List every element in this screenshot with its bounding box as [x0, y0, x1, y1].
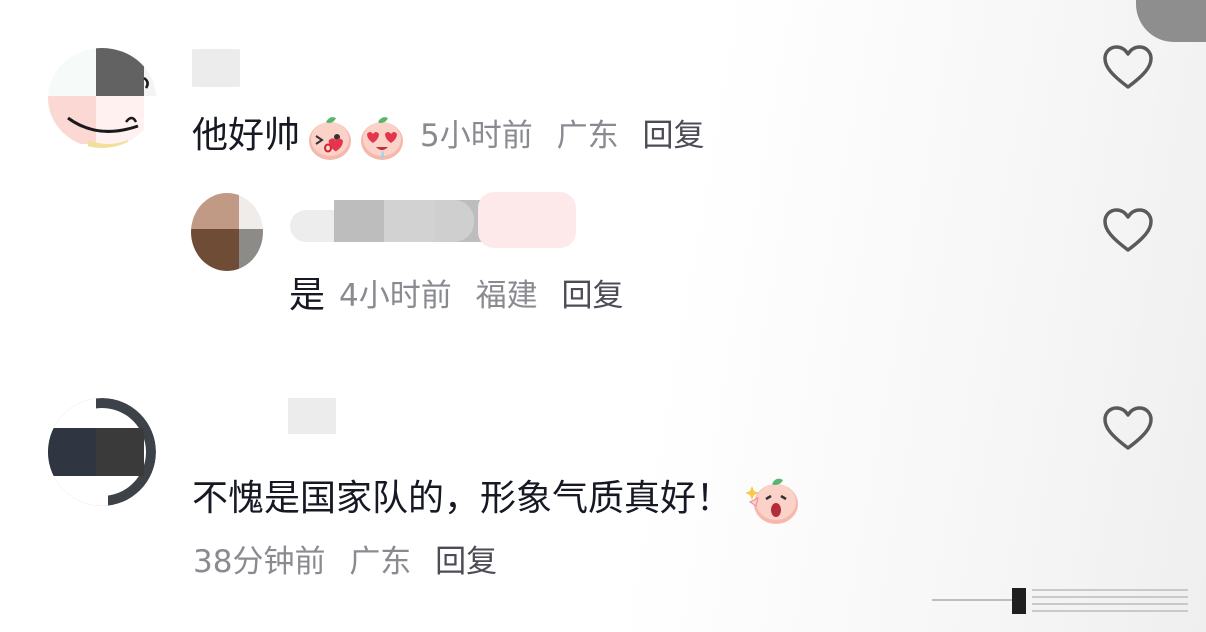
reply-body: 是 4小时前 福建 回复	[289, 276, 623, 316]
comment-text: 他好帅	[192, 115, 301, 156]
comment-body: 不愧是国家队的，形象气质真好！	[192, 472, 800, 526]
commenter-name[interactable]	[192, 49, 240, 87]
watermark-bars	[932, 588, 1188, 614]
floating-button-shape[interactable]	[1136, 0, 1206, 42]
comment-time: 38分钟前	[193, 544, 326, 580]
reply-button[interactable]: 回复	[642, 118, 704, 154]
heart-outline-icon[interactable]	[1102, 207, 1154, 255]
comment-meta: 5小时前 广东 回复	[420, 116, 704, 156]
reply-text: 是	[289, 275, 326, 316]
reply-time: 4小时前	[339, 278, 452, 314]
reply-meta: 4小时前 福建 回复	[339, 276, 623, 316]
comment-meta: 38分钟前 广东 回复	[193, 542, 497, 582]
comment-time: 5小时前	[420, 118, 533, 154]
replier-avatar[interactable]	[191, 193, 263, 271]
kiss-emoji	[304, 112, 352, 160]
replier-name[interactable]	[290, 192, 580, 248]
comment-section: 他好帅 5小时前 广东 回复 是 4小时前 福建 回复 不愧是国家队的，形象气质…	[0, 0, 1206, 632]
heart-outline-icon[interactable]	[1102, 405, 1154, 453]
heart-outline-icon[interactable]	[1102, 44, 1154, 92]
reply-button[interactable]: 回复	[435, 544, 497, 580]
commenter-avatar[interactable]	[48, 398, 156, 506]
reply-button[interactable]: 回复	[561, 278, 623, 314]
comment-text: 不愧是国家队的，形象气质真好！	[192, 478, 733, 519]
surprised-emoji	[745, 472, 800, 526]
commenter-avatar[interactable]	[48, 48, 156, 148]
comment-location: 广东	[349, 544, 412, 580]
reply-location: 福建	[475, 278, 538, 314]
commenter-name[interactable]	[288, 398, 336, 434]
comment-location: 广东	[556, 118, 619, 154]
comment-body: 他好帅 5小时前 广东 回复	[192, 112, 704, 160]
heart-eyes-emoji	[356, 112, 404, 160]
